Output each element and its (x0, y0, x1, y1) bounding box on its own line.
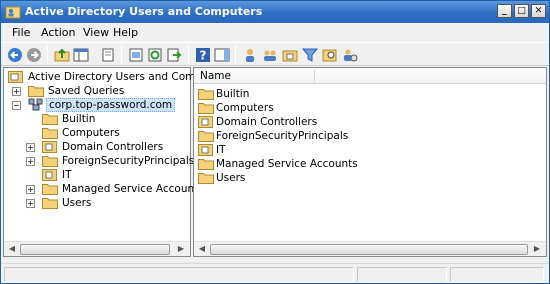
window-title: Active Directory Users and Computers (25, 5, 263, 18)
column-header-label: Name (200, 70, 231, 82)
ou-icon (198, 116, 213, 128)
status-cell (4, 267, 354, 282)
ad-users-app-icon (5, 6, 21, 19)
add-to-group-icon[interactable] (342, 47, 358, 63)
list-item-label: Users (216, 172, 246, 184)
minimize-button[interactable]: _ (497, 4, 512, 18)
show-tree-icon[interactable] (73, 47, 89, 63)
menu-bar: File Action View Help (1, 23, 549, 42)
new-ou-icon[interactable] (282, 47, 298, 63)
scroll-left-icon[interactable]: ◀ (195, 243, 209, 255)
domain-icon (28, 98, 43, 111)
tree-horizontal-scrollbar[interactable]: ◀ ▶ (4, 241, 190, 256)
tree-item-label: IT (62, 169, 72, 181)
tree-item-label: Saved Queries (48, 85, 125, 97)
svg-text:?: ? (200, 49, 207, 63)
tree-item-label: Managed Service Accounts (62, 183, 204, 195)
scroll-thumb[interactable] (210, 244, 528, 255)
expand-button[interactable]: + (26, 185, 35, 194)
tree-item-label: Users (62, 197, 92, 209)
folder-icon (198, 89, 214, 100)
find-icon[interactable] (322, 47, 338, 63)
tree-item-foreign-security-principals[interactable]: + ForeignSecurityPrincipals (26, 154, 194, 168)
tree-item-domain-controllers[interactable]: + Domain Controllers (26, 140, 190, 154)
scroll-thumb[interactable] (20, 244, 170, 255)
copy-icon[interactable] (100, 47, 116, 63)
expand-button[interactable]: + (26, 199, 35, 208)
tree-item-computers[interactable]: Computers (26, 126, 190, 140)
toolbar: ? (1, 42, 549, 66)
scroll-right-icon[interactable]: ▶ (174, 243, 188, 255)
menu-help[interactable]: Help (113, 26, 138, 39)
properties-icon[interactable] (128, 47, 144, 63)
close-button[interactable]: ✕ (531, 4, 546, 18)
folder-icon (42, 156, 58, 167)
new-group-icon[interactable] (262, 47, 278, 63)
tree-item-label: Computers (62, 127, 120, 139)
folder-icon (42, 128, 58, 139)
back-arrow-icon[interactable] (7, 47, 23, 63)
scroll-right-icon[interactable]: ▶ (530, 243, 544, 255)
folder-icon (28, 86, 44, 97)
ou-icon (198, 144, 213, 156)
help-icon[interactable]: ? (195, 47, 211, 63)
details-pane[interactable]: Name Builtin Computers Domain Controller… (193, 67, 547, 257)
action-pane-icon[interactable] (214, 47, 230, 63)
column-divider[interactable] (314, 70, 315, 82)
console-tree[interactable]: Active Directory Users and Computers + S… (3, 67, 229, 257)
maximize-button[interactable]: □ (514, 4, 529, 18)
status-bar (1, 263, 549, 283)
list-item-label: IT (216, 144, 226, 156)
menu-action[interactable]: Action (41, 26, 75, 39)
up-folder-icon[interactable] (54, 47, 70, 63)
folder-icon (198, 173, 214, 184)
list-item-label: Managed Service Accounts (216, 158, 358, 170)
ou-icon (42, 141, 57, 153)
tree-item-users[interactable]: + Users (26, 196, 190, 210)
folder-icon (198, 131, 214, 142)
tree-item-managed-service-accounts[interactable]: + Managed Service Accounts (26, 182, 204, 196)
tree-item-label: corp.top-password.com (46, 98, 176, 112)
column-header-name[interactable]: Name (194, 68, 546, 84)
refresh-icon[interactable] (147, 47, 163, 63)
list-item-label: Computers (216, 102, 274, 114)
list-horizontal-scrollbar[interactable]: ◀ ▶ (194, 241, 546, 256)
scroll-left-icon[interactable]: ◀ (5, 243, 19, 255)
folder-icon (42, 114, 58, 125)
status-cell (357, 267, 447, 282)
folder-icon (198, 103, 214, 114)
collapse-button[interactable]: − (12, 101, 21, 110)
tree-item-it[interactable]: IT (26, 168, 190, 182)
folder-icon (42, 184, 58, 195)
ad-console-icon (8, 71, 23, 83)
tree-item-builtin[interactable]: Builtin (26, 112, 190, 126)
new-user-icon[interactable] (242, 47, 258, 63)
status-cell (450, 267, 544, 282)
title-bar[interactable]: Active Directory Users and Computers _ □… (1, 1, 549, 23)
expand-button[interactable]: + (26, 143, 35, 152)
tree-item-saved-queries[interactable]: + Saved Queries (12, 84, 190, 98)
ou-icon (42, 169, 57, 181)
expand-button[interactable]: + (12, 87, 21, 96)
filter-icon[interactable] (302, 47, 318, 63)
list-item-label: ForeignSecurityPrincipals (216, 130, 349, 142)
tree-item-label: ForeignSecurityPrincipals (62, 155, 195, 167)
folder-icon (42, 198, 58, 209)
list-item-label: Domain Controllers (216, 116, 318, 128)
tree-item-domain[interactable]: − corp.top-password.com (12, 98, 190, 112)
menu-view[interactable]: View (83, 26, 109, 39)
tree-item-label: Domain Controllers (62, 141, 164, 153)
expand-button[interactable]: + (26, 157, 35, 166)
forward-arrow-icon[interactable] (26, 47, 42, 63)
export-list-icon[interactable] (166, 47, 182, 63)
list-item-label: Builtin (216, 88, 250, 100)
tree-item-label: Builtin (62, 113, 96, 125)
folder-icon (198, 159, 214, 170)
tree-root[interactable]: Active Directory Users and Computers (8, 70, 229, 84)
main-window: Active Directory Users and Computers _ □… (0, 0, 550, 284)
menu-file[interactable]: File (12, 26, 30, 39)
